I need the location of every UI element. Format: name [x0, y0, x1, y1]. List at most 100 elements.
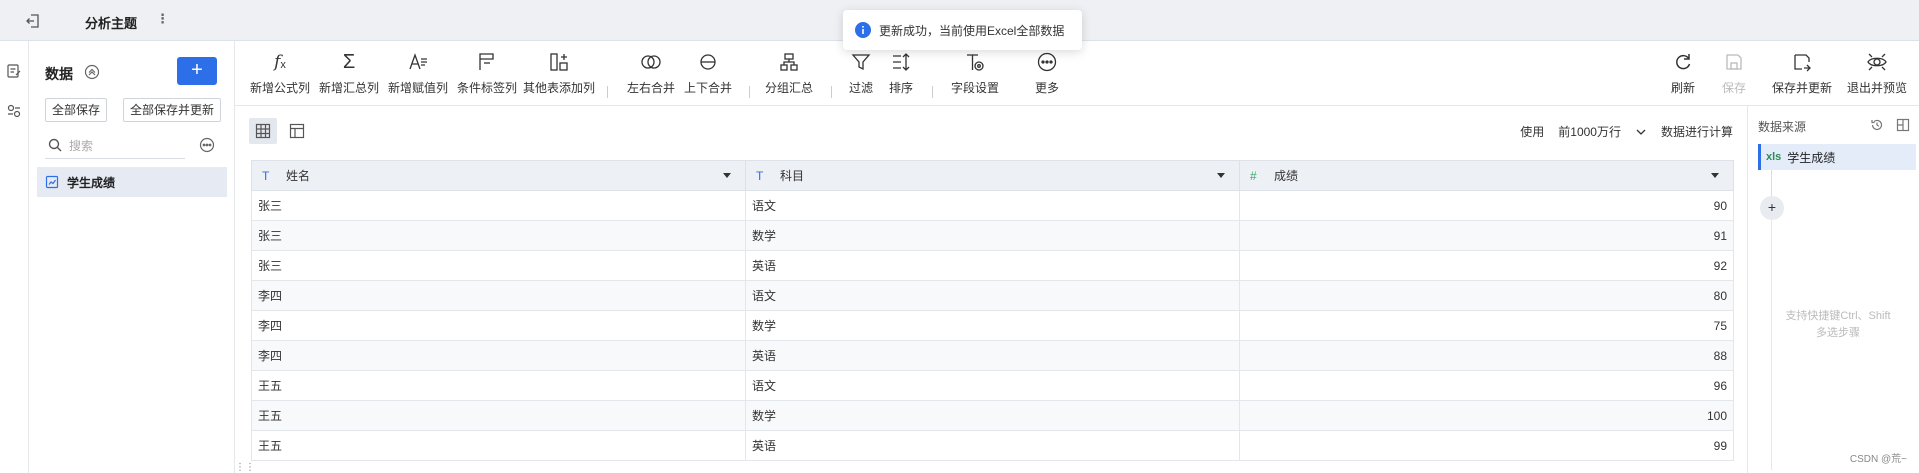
- grid-view-icon[interactable]: [249, 118, 277, 144]
- toolbar-label: 新增赋值列: [388, 81, 449, 95]
- dataset-icon[interactable]: [6, 63, 22, 79]
- refresh-button[interactable]: 刷新: [1671, 51, 1695, 96]
- caret-down-icon[interactable]: [1217, 173, 1225, 178]
- toolbar-label: 其他表添加列: [523, 81, 596, 95]
- add-summary-column-button[interactable]: Σ 新增汇总列: [319, 51, 379, 96]
- calc-scope: 使用 前1000万行 数据进行计算: [1520, 123, 1733, 140]
- table-cell[interactable]: 李四: [251, 310, 746, 341]
- table-cell[interactable]: 数学: [745, 310, 1240, 341]
- toolbar-divider: [932, 86, 933, 98]
- title-more-icon[interactable]: ⋮: [156, 11, 169, 27]
- table-row: 李四 数学 75: [251, 310, 1734, 341]
- list-item[interactable]: 学生成绩: [37, 167, 227, 197]
- excel-icon: xls: [1766, 151, 1782, 163]
- table-cell[interactable]: 88: [1239, 340, 1734, 371]
- layout-icon[interactable]: [1896, 118, 1910, 132]
- save-update-icon: [1791, 51, 1813, 73]
- add-data-button[interactable]: +: [177, 57, 217, 85]
- table-cell[interactable]: 语文: [745, 190, 1240, 221]
- table-cell[interactable]: 王五: [251, 430, 746, 461]
- text-type-icon: T: [756, 169, 764, 183]
- table-cell[interactable]: 75: [1239, 310, 1734, 341]
- flag-icon: [476, 51, 498, 73]
- table-row: 张三 数学 91: [251, 220, 1734, 251]
- table-cell[interactable]: 数学: [745, 400, 1240, 431]
- toolbar-label: 保存并更新: [1772, 81, 1833, 95]
- history-icon[interactable]: [1870, 118, 1884, 132]
- condition-tag-column-button[interactable]: 条件标签列: [457, 51, 517, 96]
- add-assign-column-button[interactable]: 新增赋值列: [388, 51, 448, 96]
- save-all-update-button[interactable]: 全部保存并更新: [123, 98, 222, 122]
- more-icon: [1036, 51, 1058, 73]
- add-formula-column-button[interactable]: fx 新增公式列: [250, 51, 310, 96]
- shortcut-hint-line: 支持快捷键Ctrl、Shift: [1785, 310, 1891, 322]
- add-column-from-other-table-button[interactable]: 其他表添加列: [523, 51, 595, 96]
- collapse-icon[interactable]: [84, 64, 100, 80]
- field-settings-button[interactable]: 字段设置: [951, 51, 999, 96]
- table-cell[interactable]: 张三: [251, 190, 746, 221]
- save-button[interactable]: 保存: [1722, 51, 1746, 96]
- more-button[interactable]: 更多: [1035, 51, 1059, 96]
- table-cell[interactable]: 王五: [251, 370, 746, 401]
- column-header-subject[interactable]: T 科目: [745, 160, 1240, 191]
- component-icon[interactable]: [6, 103, 22, 119]
- filter-button[interactable]: 过滤: [849, 51, 873, 96]
- info-icon: [855, 22, 871, 38]
- table-cell[interactable]: 语文: [745, 370, 1240, 401]
- table-cell[interactable]: 王五: [251, 400, 746, 431]
- data-source-title: 数据来源: [1758, 120, 1807, 134]
- caret-down-icon[interactable]: [723, 173, 731, 178]
- row-limit-select[interactable]: 前1000万行: [1554, 123, 1651, 140]
- merge-horizontal-button[interactable]: 左右合并: [627, 51, 675, 96]
- save-all-button[interactable]: 全部保存: [45, 98, 108, 122]
- table-row: 李四 英语 88: [251, 340, 1734, 371]
- toolbar-label: 上下合并: [684, 81, 733, 95]
- exit-icon[interactable]: [24, 12, 42, 30]
- toolbar-label: 字段设置: [951, 81, 1000, 95]
- table-cell[interactable]: 91: [1239, 220, 1734, 251]
- view-toggle: [249, 118, 311, 144]
- toolbar-label: 过滤: [849, 81, 874, 95]
- table-cell[interactable]: 英语: [745, 340, 1240, 371]
- table-cell[interactable]: 99: [1239, 430, 1734, 461]
- shortcut-hint: 支持快捷键Ctrl、Shift 多选步骤: [1768, 308, 1908, 342]
- merge-vertical-button[interactable]: 上下合并: [684, 51, 732, 96]
- table-row: 王五 数学 100: [251, 400, 1734, 431]
- table-cell[interactable]: 100: [1239, 400, 1734, 431]
- table-cell[interactable]: 96: [1239, 370, 1734, 401]
- toolbar-divider: [749, 86, 750, 98]
- exit-preview-button[interactable]: 退出并预览: [1847, 51, 1907, 96]
- caret-down-icon[interactable]: [1711, 173, 1719, 178]
- sort-button[interactable]: 排序: [889, 51, 913, 96]
- table-cell[interactable]: 80: [1239, 280, 1734, 311]
- table-cell[interactable]: 90: [1239, 190, 1734, 221]
- table-cell[interactable]: 英语: [745, 250, 1240, 281]
- search-input[interactable]: [69, 136, 179, 156]
- data-panel: 数据 + 全部保存 全部保存并更新 学生成绩: [29, 41, 235, 473]
- add-step-button[interactable]: +: [1760, 196, 1784, 220]
- data-source-item[interactable]: xls 学生成绩: [1758, 144, 1916, 170]
- toolbar: fx 新增公式列 Σ 新增汇总列 新增赋值列 条件标签列 其他表添加列 左右合并…: [235, 41, 1919, 106]
- page-title: 分析主题: [85, 16, 138, 31]
- add-column-icon: [548, 51, 570, 73]
- table-cell[interactable]: 张三: [251, 250, 746, 281]
- column-header-name[interactable]: T 姓名: [251, 160, 746, 191]
- data-source-name: 学生成绩: [1787, 150, 1836, 165]
- table-cell[interactable]: 李四: [251, 280, 746, 311]
- table-cell[interactable]: 李四: [251, 340, 746, 371]
- formula-icon: fx: [274, 52, 286, 72]
- table-cell[interactable]: 张三: [251, 220, 746, 251]
- column-header-score[interactable]: # 成绩: [1239, 160, 1734, 191]
- table-cell[interactable]: 语文: [745, 280, 1240, 311]
- assign-icon: [407, 51, 429, 73]
- group-summary-button[interactable]: 分组汇总: [765, 51, 813, 96]
- table-cell[interactable]: 数学: [745, 220, 1240, 251]
- table-cell[interactable]: 英语: [745, 430, 1240, 461]
- layout-view-icon[interactable]: [283, 118, 311, 144]
- save-update-button[interactable]: 保存并更新: [1772, 51, 1832, 96]
- toast-notification: 更新成功，当前使用Excel全部数据: [843, 10, 1083, 50]
- search-icon: [48, 138, 62, 152]
- resize-handle-icon[interactable]: ⋮⋮: [235, 462, 255, 473]
- table-cell[interactable]: 92: [1239, 250, 1734, 281]
- options-icon[interactable]: [199, 137, 215, 153]
